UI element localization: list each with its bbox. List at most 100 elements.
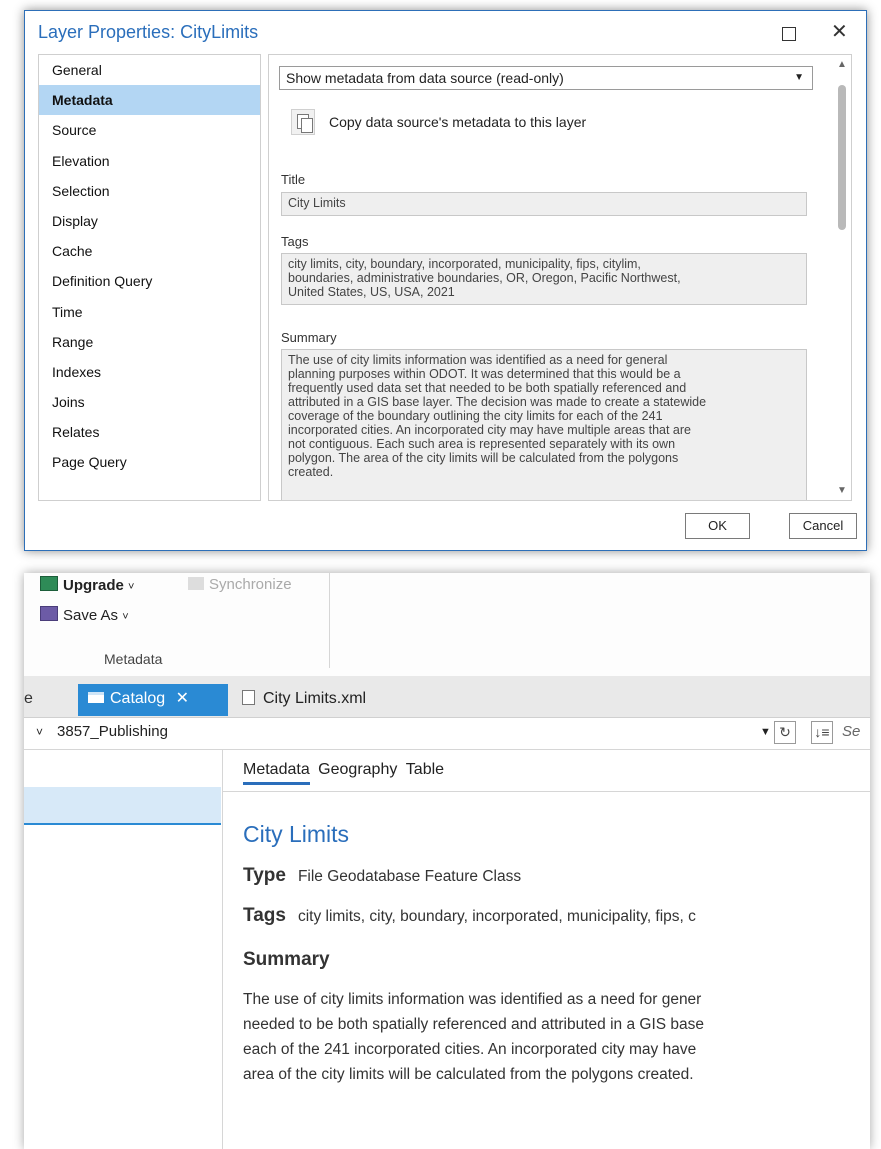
type-key: Type bbox=[243, 865, 286, 886]
nav-item-indexes[interactable]: Indexes bbox=[39, 357, 260, 387]
scroll-thumb[interactable] bbox=[838, 85, 846, 230]
tags-line: city limits, city, boundary, incorporate… bbox=[288, 257, 641, 271]
scroll-up-icon[interactable]: ▲ bbox=[837, 59, 847, 70]
upgrade-label: Upgrade bbox=[63, 577, 124, 594]
sort-button[interactable]: ↓≡ bbox=[811, 721, 833, 744]
summary-line: polygon. The area of the city limits wil… bbox=[288, 451, 679, 465]
close-icon[interactable]: ✕ bbox=[176, 690, 189, 707]
summary-line: not contiguous. Each such area is repres… bbox=[288, 437, 676, 451]
nav-item-cache[interactable]: Cache bbox=[39, 236, 260, 266]
tags-field[interactable]: city limits, city, boundary, incorporate… bbox=[281, 253, 807, 305]
path-value: 3857_Publishing bbox=[57, 723, 168, 740]
summary-line: needed to be both spatially referenced a… bbox=[243, 1016, 705, 1033]
maximize-icon[interactable] bbox=[782, 27, 796, 41]
nav-item-elevation[interactable]: Elevation bbox=[39, 146, 260, 176]
nav-item-range[interactable]: Range bbox=[39, 327, 260, 357]
synchronize-button[interactable]: Synchronize bbox=[188, 576, 292, 593]
tags-key: Tags bbox=[243, 905, 286, 926]
summary-line: The use of city limits information was i… bbox=[288, 353, 668, 367]
chevron-down-icon: ˅ bbox=[128, 581, 135, 593]
summary-line: frequently used data set that needed to … bbox=[288, 381, 687, 395]
chevron-down-icon: ˅ bbox=[36, 725, 44, 739]
tags-line: boundaries, administrative boundaries, O… bbox=[288, 271, 681, 285]
summary-line: The use of city limits information was i… bbox=[243, 991, 702, 1008]
synchronize-icon bbox=[188, 577, 204, 590]
title-field[interactable]: City Limits bbox=[281, 192, 807, 216]
sort-icon: ↓≡ bbox=[814, 724, 830, 740]
content-scrollbar[interactable]: ▲ ▼ bbox=[833, 55, 851, 500]
tags-line: United States, US, USA, 2021 bbox=[288, 285, 455, 299]
divider bbox=[222, 791, 870, 792]
path-dropdown[interactable]: ˅ 3857_Publishing bbox=[36, 723, 168, 740]
metadata-content-pane: Show metadata from data source (read-onl… bbox=[268, 54, 852, 501]
tab-table[interactable]: Table bbox=[406, 761, 444, 779]
synchronize-label: Synchronize bbox=[209, 576, 292, 593]
search-input[interactable]: Se bbox=[842, 723, 860, 740]
document-tab-bar: e Catalog ✕ City Limits.xml bbox=[24, 676, 870, 718]
ribbon-group-label: Metadata bbox=[104, 651, 163, 667]
tab-geography[interactable]: Geography bbox=[318, 761, 397, 779]
summary-line: each of the 241 incorporated cities. An … bbox=[243, 1041, 697, 1058]
metadata-source-value: Show metadata from data source (read-onl… bbox=[286, 70, 564, 86]
tab-city-limits-xml[interactable]: City Limits.xml bbox=[242, 684, 366, 716]
catalog-contents-panel bbox=[24, 749, 223, 1149]
refresh-button[interactable]: ↻ bbox=[774, 721, 796, 744]
upgrade-button[interactable]: Upgrade ˅ bbox=[40, 576, 134, 594]
nav-item-relates[interactable]: Relates bbox=[39, 417, 260, 447]
title-value: City Limits bbox=[288, 196, 346, 210]
summary-line: created. bbox=[288, 465, 334, 479]
metadata-tags-row: Tags city limits, city, boundary, incorpo… bbox=[243, 905, 696, 927]
summary-field[interactable]: The use of city limits information was i… bbox=[281, 349, 807, 500]
chevron-down-icon: ˅ bbox=[122, 611, 129, 623]
nav-item-time[interactable]: Time bbox=[39, 297, 260, 327]
upgrade-icon bbox=[40, 576, 58, 591]
save-as-label: Save As bbox=[63, 607, 119, 624]
tags-label: Tags bbox=[281, 234, 309, 249]
layer-properties-dialog: Layer Properties: CityLimits ✕ General M… bbox=[24, 10, 867, 551]
title-label: Title bbox=[281, 172, 306, 187]
summary-label: Summary bbox=[281, 330, 337, 345]
summary-line: coverage of the boundary outlining the c… bbox=[288, 409, 663, 423]
tab-partial[interactable]: e bbox=[24, 684, 33, 716]
copy-icon bbox=[291, 109, 315, 135]
nav-item-page-query[interactable]: Page Query bbox=[39, 447, 260, 477]
cancel-button[interactable]: Cancel bbox=[789, 513, 857, 539]
tab-catalog[interactable]: Catalog ✕ bbox=[78, 684, 228, 716]
dialog-title: Layer Properties: CityLimits bbox=[38, 22, 259, 42]
properties-nav: General Metadata Source Elevation Select… bbox=[38, 54, 261, 501]
tab-catalog-label: Catalog bbox=[110, 690, 166, 707]
nav-item-definition-query[interactable]: Definition Query bbox=[39, 266, 260, 296]
nav-item-display[interactable]: Display bbox=[39, 206, 260, 236]
path-bar: ˅ 3857_Publishing ▼ ↻ ↓≡ Se bbox=[24, 718, 870, 750]
selected-catalog-item[interactable] bbox=[24, 787, 221, 825]
metadata-source-dropdown[interactable]: Show metadata from data source (read-onl… bbox=[279, 66, 813, 90]
copy-metadata-label: Copy data source's metadata to this laye… bbox=[329, 114, 587, 130]
nav-item-source[interactable]: Source bbox=[39, 115, 260, 145]
chevron-down-icon: ▼ bbox=[794, 72, 804, 83]
metadata-type-row: Type File Geodatabase Feature Class bbox=[243, 865, 521, 887]
summary-heading: Summary bbox=[243, 949, 330, 970]
type-value: File Geodatabase Feature Class bbox=[297, 868, 522, 885]
close-icon[interactable]: ✕ bbox=[831, 19, 848, 44]
nav-item-joins[interactable]: Joins bbox=[39, 387, 260, 417]
catalog-icon bbox=[88, 692, 104, 703]
tab-xml-label: City Limits.xml bbox=[263, 690, 367, 707]
summary-line: planning purposes within ODOT. It was de… bbox=[288, 367, 681, 381]
refresh-icon: ↻ bbox=[779, 724, 791, 740]
summary-line: incorporated cities. An incorporated cit… bbox=[288, 423, 691, 437]
nav-item-metadata[interactable]: Metadata bbox=[39, 85, 260, 116]
xml-file-icon bbox=[242, 690, 255, 705]
ribbon-separator bbox=[329, 573, 330, 668]
nav-item-general[interactable]: General bbox=[39, 55, 260, 85]
path-dropdown-arrow-icon[interactable]: ▼ bbox=[760, 726, 771, 738]
scroll-down-icon[interactable]: ▼ bbox=[837, 485, 847, 496]
nav-item-selection[interactable]: Selection bbox=[39, 176, 260, 206]
ok-button[interactable]: OK bbox=[685, 513, 750, 539]
metadata-title: City Limits bbox=[243, 821, 350, 847]
save-as-icon bbox=[40, 606, 58, 621]
summary-text: The use of city limits information was i… bbox=[243, 987, 704, 1087]
tab-metadata[interactable]: Metadata bbox=[243, 761, 310, 785]
metadata-view-tabs: Metadata Geography Table bbox=[243, 761, 448, 785]
save-as-button[interactable]: Save As ˅ bbox=[40, 606, 129, 624]
catalog-app-window: Upgrade ˅ Synchronize Save As ˅ Metadata… bbox=[24, 573, 870, 1149]
